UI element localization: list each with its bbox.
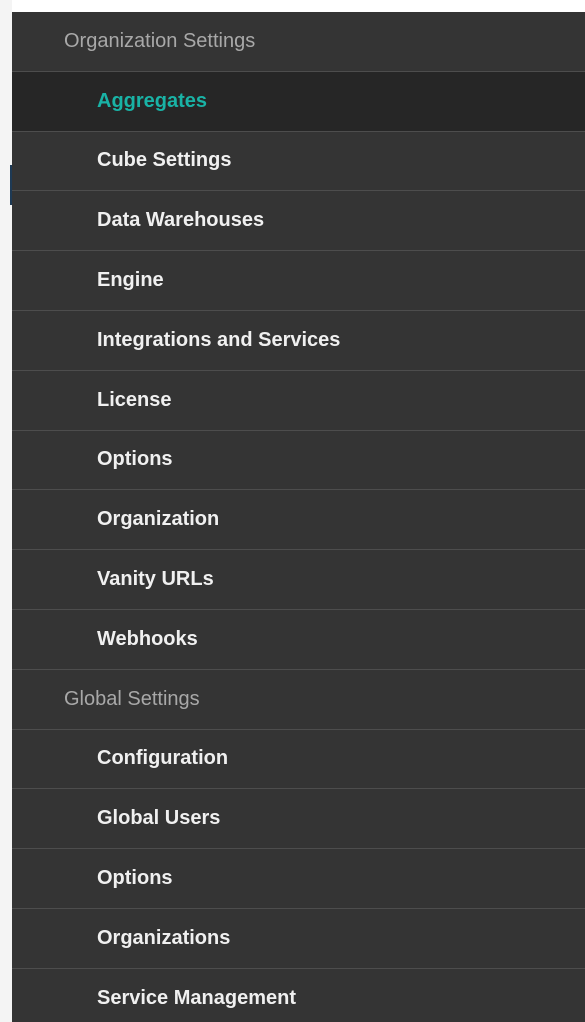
sidebar-item-organizations[interactable]: Organizations xyxy=(12,909,585,969)
sidebar-item-organization[interactable]: Organization xyxy=(12,490,585,551)
sidebar-item-integrations-and-services[interactable]: Integrations and Services xyxy=(12,311,585,371)
sidebar-item-service-management[interactable]: Service Management xyxy=(12,969,585,1022)
top-edge xyxy=(0,0,585,12)
sidebar-item-engine[interactable]: Engine xyxy=(12,251,585,311)
sidebar-item-cube-settings[interactable]: Cube Settings xyxy=(12,132,585,192)
sidebar-item-configuration[interactable]: Configuration xyxy=(12,730,585,790)
section-header-global-settings: Global Settings xyxy=(12,670,585,730)
sidebar-item-aggregates[interactable]: Aggregates xyxy=(12,71,585,132)
sidebar-item-vanity-urls[interactable]: Vanity URLs xyxy=(12,550,585,610)
section-header-organization-settings: Organization Settings xyxy=(12,12,585,72)
sidebar-item-data-warehouses[interactable]: Data Warehouses xyxy=(12,191,585,252)
sidebar-item-license[interactable]: License xyxy=(12,371,585,431)
sidebar-item-global-users[interactable]: Global Users xyxy=(12,789,585,850)
left-edge-strip xyxy=(0,0,12,1022)
sidebar-item-global-options[interactable]: Options xyxy=(12,849,585,909)
sidebar-item-webhooks[interactable]: Webhooks xyxy=(12,610,585,670)
sidebar-item-options[interactable]: Options xyxy=(12,431,585,491)
settings-sidebar: Organization Settings Aggregates Cube Se… xyxy=(12,12,585,1022)
